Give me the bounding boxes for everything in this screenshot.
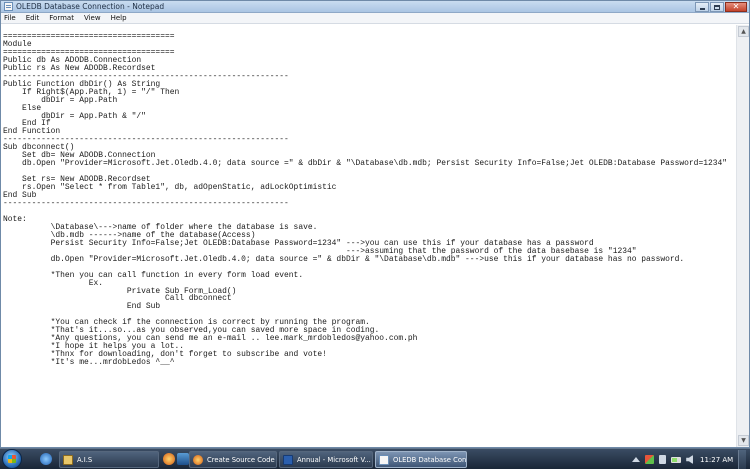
taskbar-button-oledb[interactable]: OLEDB Database Con... <box>375 451 467 468</box>
taskbar-button-label: Create Source Code |... <box>207 456 276 464</box>
battery-icon[interactable] <box>671 456 682 463</box>
start-button[interactable] <box>2 449 22 469</box>
action-center-flag-icon[interactable] <box>644 455 654 464</box>
system-tray: 11:27 AM <box>631 449 750 469</box>
window-controls: ✕ <box>694 2 747 12</box>
taskbar-button-label: OLEDB Database Con... <box>393 456 467 464</box>
menu-help[interactable]: Help <box>106 13 132 23</box>
visual-basic-icon <box>283 455 293 465</box>
close-icon: ✕ <box>732 2 740 11</box>
document-text[interactable]: ==================================== Mod… <box>3 33 727 367</box>
show-desktop-button[interactable] <box>738 450 746 469</box>
media-player-icon[interactable] <box>177 453 189 465</box>
scroll-up-button[interactable]: ▲ <box>738 26 749 37</box>
clock[interactable]: 11:27 AM <box>700 456 733 464</box>
text-editor[interactable]: ==================================== Mod… <box>1 25 737 447</box>
network-icon[interactable] <box>658 455 667 464</box>
menu-bar: File Edit Format View Help <box>1 13 749 24</box>
title-bar[interactable]: OLEDB Database Connection - Notepad ✕ <box>1 1 749 13</box>
volume-icon[interactable] <box>686 455 693 464</box>
show-hidden-icons-icon[interactable] <box>631 457 640 462</box>
internet-explorer-icon[interactable] <box>40 453 52 465</box>
notepad-window: OLEDB Database Connection - Notepad ✕ Fi… <box>0 0 750 448</box>
taskbar: A.I.S Create Source Code |... Annual - M… <box>0 448 750 469</box>
menu-format[interactable]: Format <box>44 13 79 23</box>
vertical-scrollbar[interactable]: ▲ ▼ <box>736 25 749 447</box>
folder-icon <box>63 455 73 465</box>
taskbar-button-create-source-code[interactable]: Create Source Code |... <box>189 451 277 468</box>
taskbar-button-ais[interactable]: A.I.S <box>59 451 159 468</box>
window-title: OLEDB Database Connection - Notepad <box>16 2 165 11</box>
menu-edit[interactable]: Edit <box>21 13 45 23</box>
scroll-down-button[interactable]: ▼ <box>738 435 749 446</box>
firefox-icon[interactable] <box>163 453 175 465</box>
menu-file[interactable]: File <box>1 13 21 23</box>
taskbar-button-label: Annual - Microsoft V... <box>297 456 371 464</box>
maximize-button[interactable] <box>710 2 724 12</box>
notepad-icon <box>4 2 13 11</box>
close-button[interactable]: ✕ <box>725 2 747 12</box>
notepad-icon <box>379 455 389 465</box>
minimize-icon <box>699 8 705 10</box>
firefox-icon <box>193 455 203 465</box>
menu-view[interactable]: View <box>79 13 106 23</box>
maximize-icon <box>714 4 720 10</box>
taskbar-button-annual[interactable]: Annual - Microsoft V... <box>279 451 373 468</box>
minimize-button[interactable] <box>695 2 709 12</box>
taskbar-button-label: A.I.S <box>77 456 93 464</box>
